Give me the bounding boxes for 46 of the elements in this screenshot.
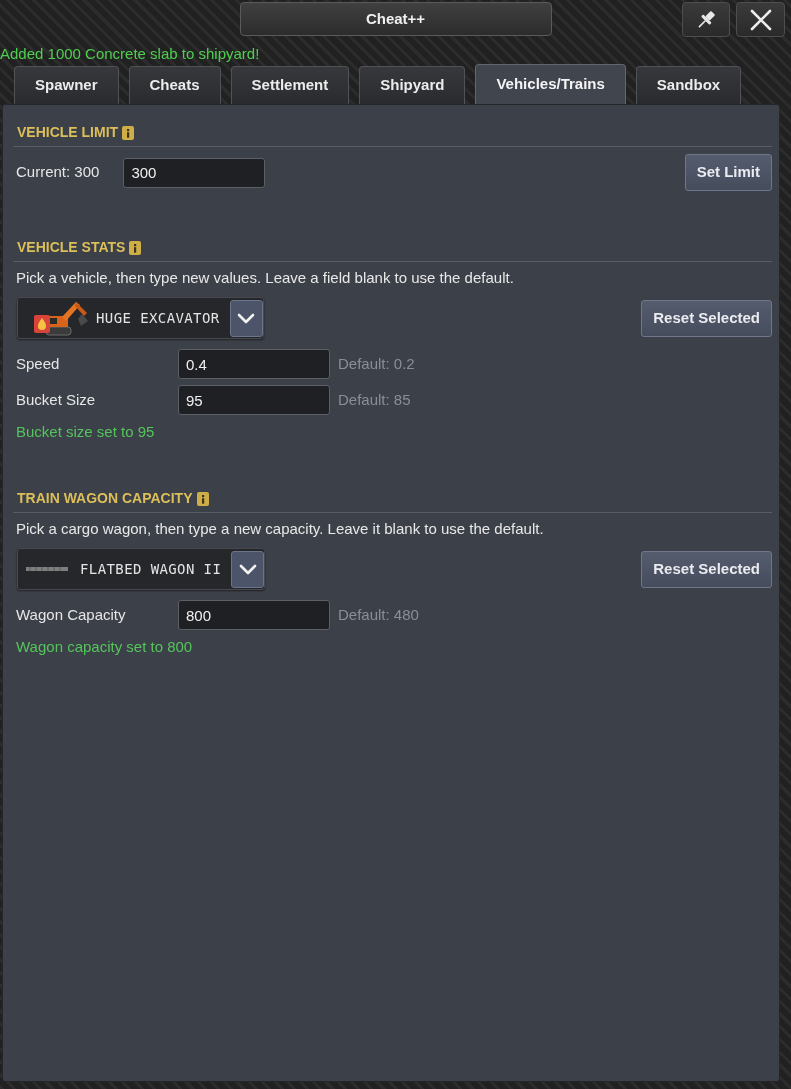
default-value-text: Default: 85: [338, 389, 411, 410]
section-heading: TRAIN WAGON CAPACITY: [17, 489, 193, 508]
reset-selected-button[interactable]: Reset Selected: [641, 550, 772, 588]
reset-selected-button[interactable]: Reset Selected: [641, 299, 772, 337]
dropdown-value: HUGE EXCAVATOR: [96, 308, 220, 328]
limit-input[interactable]: 300: [123, 157, 266, 188]
dropdown-button[interactable]: [231, 550, 265, 588]
default-value-text: Default: 0.2: [338, 353, 415, 374]
value-input[interactable]: 95: [178, 385, 330, 415]
chevron-down-icon: [238, 562, 257, 576]
section-heading: VEHICLE STATS: [17, 238, 126, 257]
close-button[interactable]: [736, 2, 785, 37]
value-input[interactable]: 800: [178, 600, 330, 630]
section-description: Pick a cargo wagon, then type a new capacity. Leave it blank to use the default.: [15, 519, 545, 539]
value-input[interactable]: 0.4: [178, 349, 330, 379]
tab[interactable]: Spawner: [14, 66, 119, 104]
pin-icon: [695, 8, 717, 31]
success-message: Wagon capacity set to 800: [15, 637, 194, 657]
field-label: Speed: [16, 353, 61, 374]
tab[interactable]: Cheats: [128, 66, 221, 104]
window-title: Cheat++: [239, 2, 552, 36]
status-message: Added 1000 Concrete slab to shipyard!: [0, 45, 260, 63]
item-dropdown[interactable]: FLATBED WAGON II: [17, 548, 266, 590]
set-limit-button[interactable]: Set Limit: [684, 154, 772, 191]
field-label: Wagon Capacity: [16, 604, 127, 625]
drop-badge-icon: [34, 315, 50, 333]
close-icon: [749, 8, 772, 31]
tab[interactable]: Settlement: [230, 66, 350, 104]
dropdown-value: FLATBED WAGON II: [80, 559, 222, 579]
chevron-down-icon: [237, 311, 256, 325]
pin-button[interactable]: [682, 2, 730, 37]
item-dropdown[interactable]: HUGE EXCAVATOR: [17, 297, 264, 339]
tab[interactable]: Vehicles/Trains: [475, 64, 626, 104]
current-limit-label: Current: 300: [16, 162, 100, 183]
success-message: Bucket size set to 95: [15, 422, 156, 442]
tab[interactable]: Shipyard: [359, 66, 466, 104]
default-value-text: Default: 480: [338, 604, 419, 625]
info-icon: [129, 240, 142, 255]
info-icon: [196, 491, 209, 506]
flatbed-wagon-icon: [26, 566, 68, 572]
tab[interactable]: Sandbox: [635, 66, 742, 104]
section-description: Pick a vehicle, then type new values. Leave a field blank to use the default.: [15, 268, 515, 288]
info-icon: [122, 125, 135, 140]
section-heading: VEHICLE LIMIT: [17, 123, 119, 142]
field-label: Bucket Size: [16, 389, 97, 410]
dropdown-button[interactable]: [229, 299, 263, 337]
